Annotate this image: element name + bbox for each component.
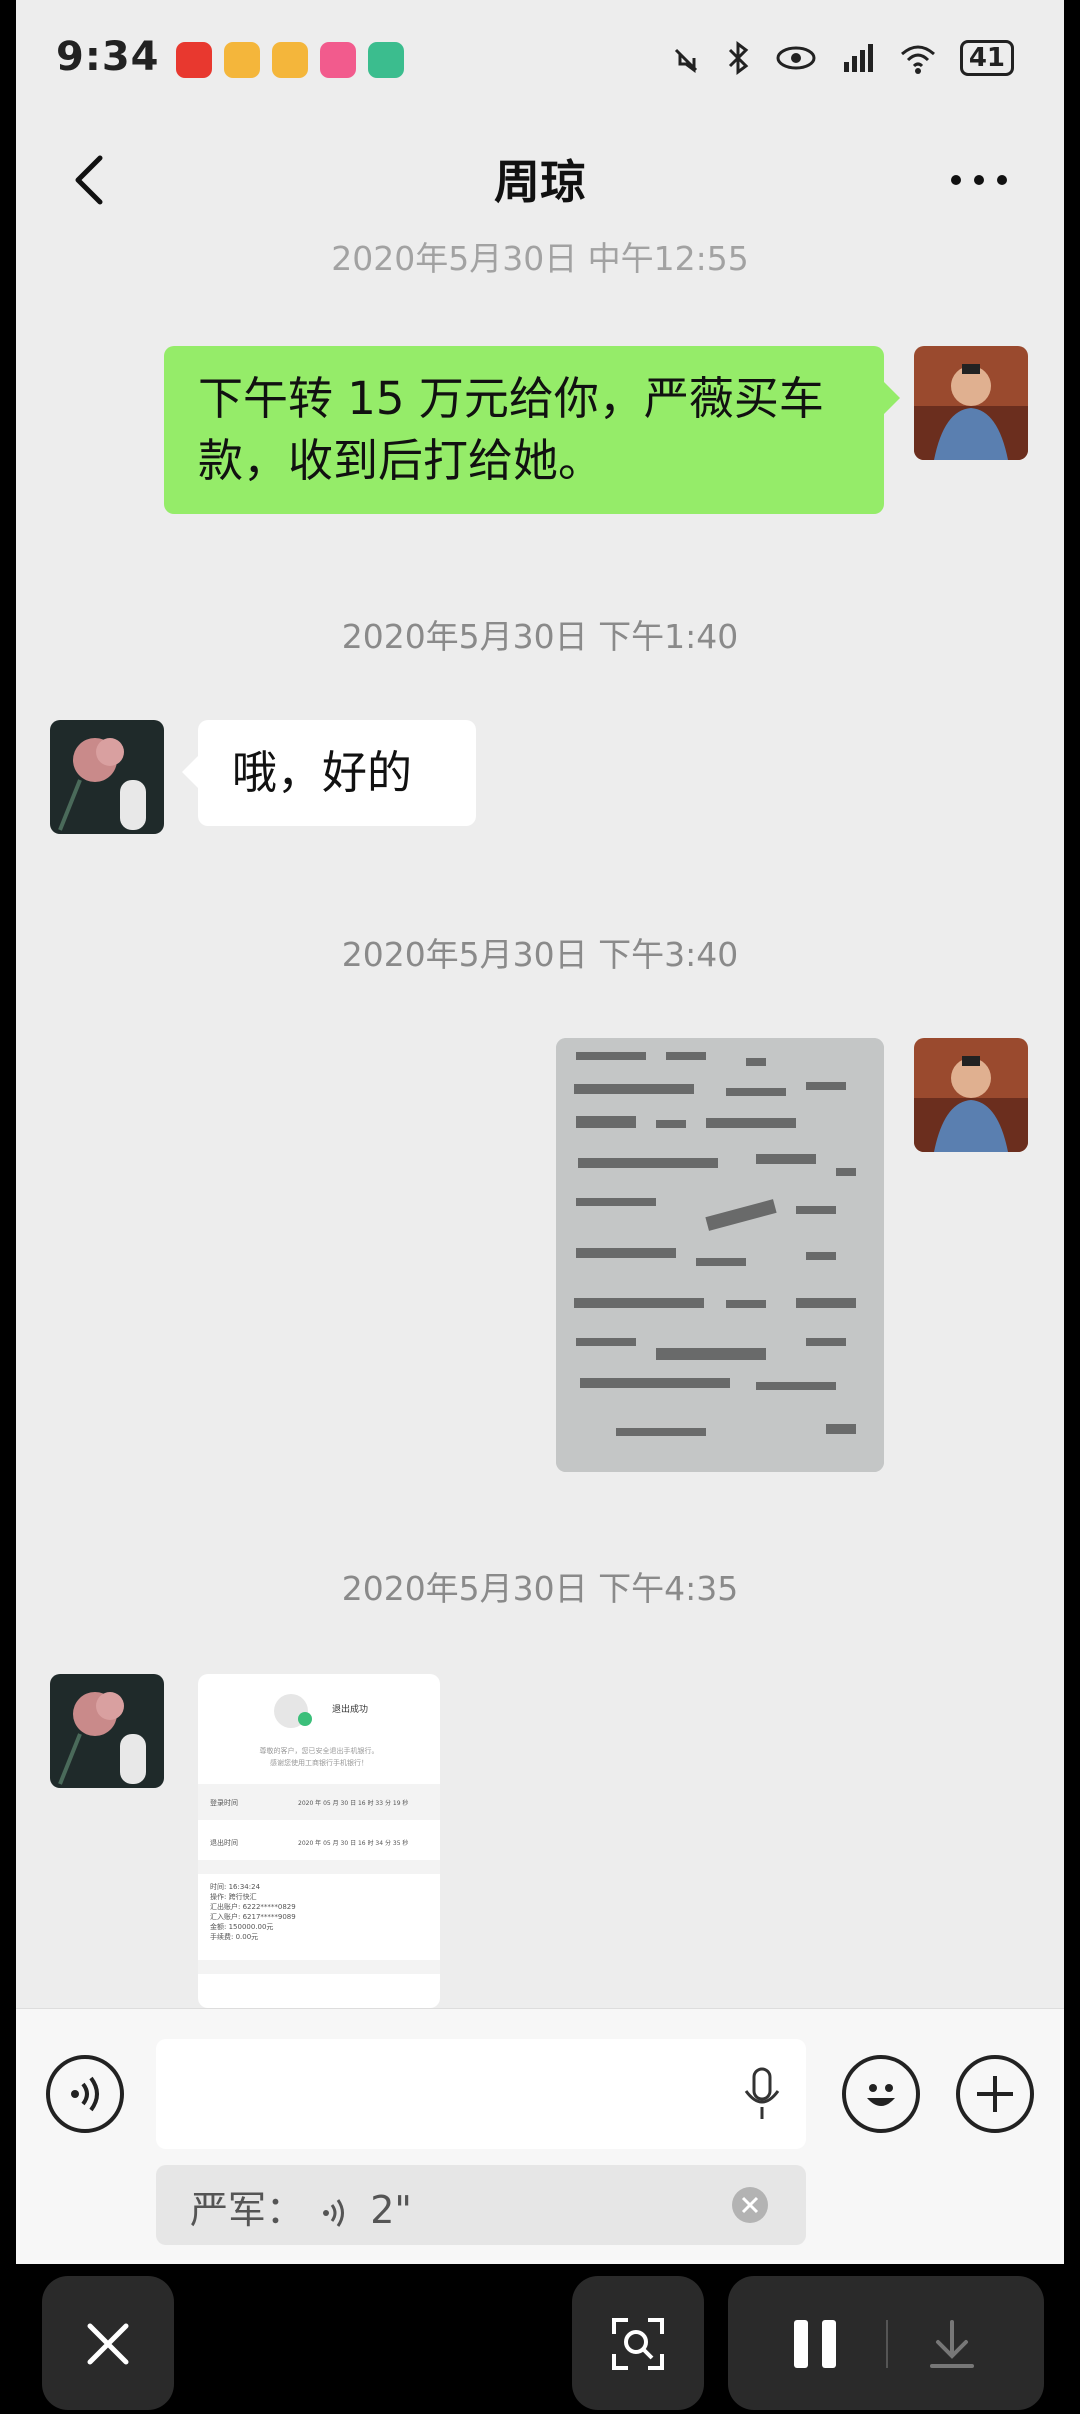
eye-icon — [776, 46, 816, 70]
more-icon[interactable] — [944, 150, 1014, 210]
transfer-details: 时间: 16:34:24 操作: 跨行快汇 汇出账户: 6222*****082… — [210, 1882, 296, 1942]
detail-line: 时间: 16:34:24 — [210, 1883, 261, 1891]
message-timestamp: 2020年5月30日 下午1:40 — [341, 617, 739, 656]
plus-icon — [977, 2076, 1013, 2112]
clear-quote-icon[interactable] — [730, 2185, 770, 2225]
detail-line: 操作: 跨行快汇 — [210, 1893, 257, 1901]
playback-controls — [728, 2276, 1044, 2410]
message-timestamp: 2020年5月30日 下午3:40 — [341, 935, 739, 974]
avatar[interactable] — [914, 1038, 1028, 1152]
bottom-control-bar — [0, 2264, 1080, 2414]
status-bar: 9:34 41 — [16, 0, 1064, 120]
avatar[interactable] — [50, 720, 164, 834]
divider — [886, 2320, 888, 2368]
check-icon — [298, 1712, 312, 1726]
message-timestamp: 2020年5月30日 中午12:55 — [331, 239, 749, 278]
microphone-icon[interactable] — [742, 2067, 782, 2123]
message-bubble-me[interactable]: 下午转 15 万元给你，严薇买车款，收到后打给她。 — [164, 346, 900, 514]
message-bubble-them[interactable]: 哦，好的 — [182, 720, 476, 826]
wifi-icon — [900, 45, 935, 74]
image-message[interactable] — [556, 1038, 884, 1472]
voice-toggle-button[interactable] — [46, 2055, 124, 2133]
chat-header: 周琼 — [16, 120, 1064, 240]
mute-icon — [674, 48, 697, 73]
chat-screen: 9:34 41 周琼 2020年5月30日 中午12:55 下午转 15 万元给… — [16, 0, 1064, 2264]
image-message[interactable]: 退出成功 尊敬的客户，您已安全退出手机银行。 感谢您使用工商银行手机银行！ 登录… — [198, 1674, 440, 2008]
receipt-divider — [198, 1860, 440, 1874]
app-icon — [368, 42, 404, 78]
scan-icon — [612, 2318, 664, 2370]
add-button[interactable] — [956, 2055, 1034, 2133]
avatar[interactable] — [50, 1674, 164, 1788]
voice-duration: 2" — [370, 2188, 412, 2232]
receipt-line: 尊敬的客户，您已安全退出手机银行。 — [259, 1747, 379, 1755]
weibo-icon — [272, 42, 308, 78]
status-icons: 41 — [668, 40, 1014, 76]
emoji-icon — [867, 2084, 895, 2106]
scan-button[interactable] — [572, 2276, 704, 2410]
quoted-message[interactable]: 严军： 2" — [156, 2165, 806, 2245]
battery-indicator: 41 — [959, 40, 1014, 76]
quote-sender: 严军： — [190, 2188, 305, 2232]
blurred-screenshot-image — [556, 1038, 884, 1472]
bilibili-icon — [320, 42, 356, 78]
receipt-title: 退出成功 — [332, 1705, 369, 1715]
detail-line: 手续费: 0.00元 — [210, 1933, 259, 1941]
detail-line: 汇入账户: 6217*****9089 — [210, 1913, 296, 1921]
avatar[interactable] — [914, 346, 1028, 460]
logout-time-value: 2020 年 05 月 30 日 16 时 34 分 35 秒 — [298, 1840, 409, 1847]
receipt-line: 感谢您使用工商银行手机银行！ — [270, 1759, 368, 1767]
huawei-app-icon — [176, 42, 212, 78]
download-icon[interactable] — [924, 2316, 980, 2372]
emoji-button[interactable] — [842, 2055, 920, 2133]
signal-icon — [843, 44, 873, 72]
bluetooth-icon — [728, 41, 749, 75]
close-button[interactable] — [42, 2276, 174, 2410]
input-bar: 严军： 2" — [16, 2008, 1064, 2264]
login-time-label: 登录时间 — [210, 1799, 238, 1807]
status-time: 9:34 — [56, 34, 160, 80]
close-icon — [87, 2323, 129, 2365]
message-timestamp: 2020年5月30日 下午4:35 — [341, 1569, 739, 1608]
weibo-icon — [224, 42, 260, 78]
pause-icon[interactable] — [790, 2318, 840, 2370]
page-title: 周琼 — [494, 155, 586, 209]
voice-icon — [323, 2198, 345, 2227]
receipt-divider — [198, 1960, 440, 1974]
logout-time-label: 退出时间 — [210, 1839, 238, 1847]
voice-icon — [71, 2076, 99, 2112]
login-time-value: 2020 年 05 月 30 日 16 时 33 分 19 秒 — [298, 1800, 409, 1807]
detail-line: 汇出账户: 6222*****0829 — [210, 1903, 296, 1911]
message-input[interactable] — [156, 2039, 806, 2149]
detail-line: 金额: 150000.00元 — [210, 1923, 274, 1931]
